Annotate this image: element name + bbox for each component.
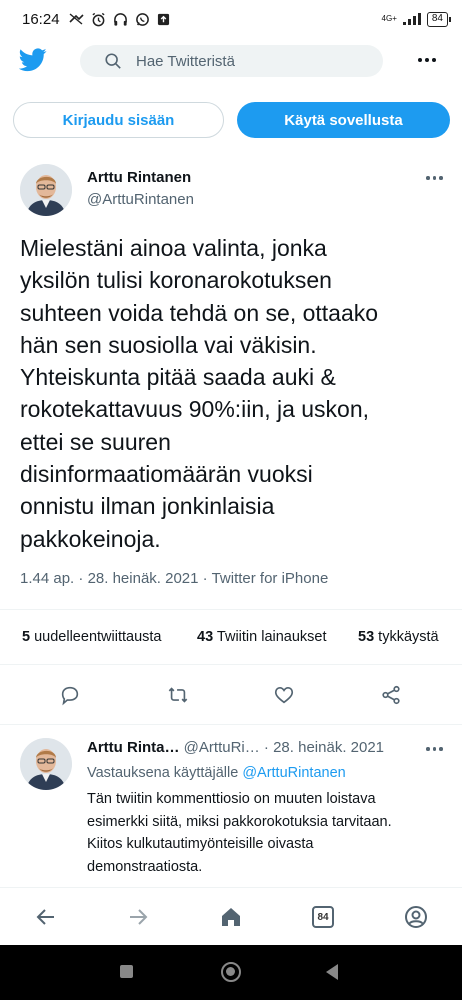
replying-to-label: Vastauksena käyttäjälle (87, 765, 239, 781)
divider (0, 724, 462, 725)
tweet-source[interactable]: Twitter for iPhone (212, 570, 329, 587)
retweet-icon[interactable] (167, 684, 191, 708)
replying-to-handle[interactable]: @ArttuRintanen (242, 765, 345, 781)
meta-separator: · (202, 570, 208, 587)
tabs-icon[interactable]: 84 (310, 904, 336, 930)
reply-text: Tän twiitin kommenttiosio on muuten lois… (87, 791, 392, 875)
avatar-image (20, 738, 72, 790)
forward-arrow-icon[interactable] (125, 904, 151, 930)
system-home-icon[interactable] (221, 962, 241, 982)
reply-author-handle[interactable]: @ArttuRi… (184, 739, 260, 756)
whatsapp-icon (135, 12, 149, 26)
likes-stat[interactable]: 53 tykkäystä (358, 629, 439, 645)
back-arrow-icon[interactable] (33, 904, 59, 930)
quotes-count: 43 (197, 629, 214, 645)
retweets-count: 5 (22, 629, 31, 645)
tab-count: 84 (312, 906, 334, 928)
more-options-icon[interactable] (418, 50, 442, 70)
reply-separator: · (263, 739, 269, 756)
share-icon[interactable] (380, 684, 404, 708)
tweet-date[interactable]: 28. heinäk. 2021 (88, 570, 199, 587)
status-icons (68, 12, 170, 27)
search-icon (105, 53, 121, 69)
divider (0, 609, 462, 610)
home-icon[interactable] (218, 904, 244, 930)
like-icon[interactable] (273, 684, 297, 708)
battery-icon: 84 (426, 11, 452, 27)
status-time: 16:24 (22, 10, 60, 28)
reply-icon[interactable] (59, 684, 83, 708)
avatar[interactable] (20, 164, 72, 216)
headphones-icon (113, 12, 127, 26)
use-app-button[interactable]: Käytä sovellusta (237, 102, 450, 138)
author-handle[interactable]: @ArttuRintanen (87, 191, 194, 208)
missed-call-icon (68, 13, 84, 25)
twitter-logo-icon[interactable] (19, 48, 47, 72)
meta-separator: · (78, 570, 84, 587)
account-icon[interactable] (403, 904, 429, 930)
upload-icon (157, 13, 169, 25)
retweets-stat[interactable]: 5 uudelleentwiittausta (22, 629, 161, 645)
likes-count: 53 (358, 629, 375, 645)
battery-level: 84 (431, 12, 443, 24)
divider (0, 664, 462, 665)
tweet-actions (0, 684, 462, 710)
tweet-time[interactable]: 1.44 ap. (20, 570, 74, 587)
author-name[interactable]: Arttu Rintanen (87, 169, 191, 186)
reply-header: Arttu Rinta… @ArttuRi… · 28. heinäk. 202… (87, 739, 384, 756)
avatar-image (20, 164, 72, 216)
system-back-icon[interactable] (326, 964, 338, 980)
reply-author-name[interactable]: Arttu Rinta… (87, 739, 180, 756)
tweet-more-icon[interactable] (426, 176, 443, 180)
top-bar: Hae Twitteristä (0, 40, 462, 84)
search-input[interactable]: Hae Twitteristä (80, 45, 383, 77)
replying-to: Vastauksena käyttäjälle @ArttuRintanen (87, 765, 346, 781)
reply-avatar[interactable] (20, 738, 72, 790)
search-placeholder: Hae Twitteristä (136, 52, 235, 70)
tweet-text: Mielestäni ainoa valinta, jonka yksilön … (20, 235, 379, 552)
browser-bottom-nav: 84 (0, 887, 462, 945)
network-type: 4G+ (381, 14, 397, 23)
network-indicator: 4G+ (382, 15, 397, 23)
tweet-meta: 1.44 ap. · 28. heinäk. 2021 · Twitter fo… (20, 570, 328, 587)
alarm-icon (92, 12, 105, 26)
quotes-label: Twiitin lainaukset (216, 629, 327, 645)
signal-icon (402, 13, 421, 25)
login-button[interactable]: Kirjaudu sisään (13, 102, 224, 138)
reply-date[interactable]: 28. heinäk. 2021 (273, 739, 384, 756)
quotes-stat[interactable]: 43 Twiitin lainaukset (197, 629, 327, 645)
retweets-label: uudelleentwiittausta (34, 629, 162, 645)
recents-icon[interactable] (120, 965, 133, 978)
reply-more-icon[interactable] (426, 747, 443, 751)
status-bar: 16:24 4G+ 84 (0, 0, 462, 38)
system-nav-bar (0, 945, 462, 1000)
likes-label: tykkäystä (378, 629, 439, 645)
